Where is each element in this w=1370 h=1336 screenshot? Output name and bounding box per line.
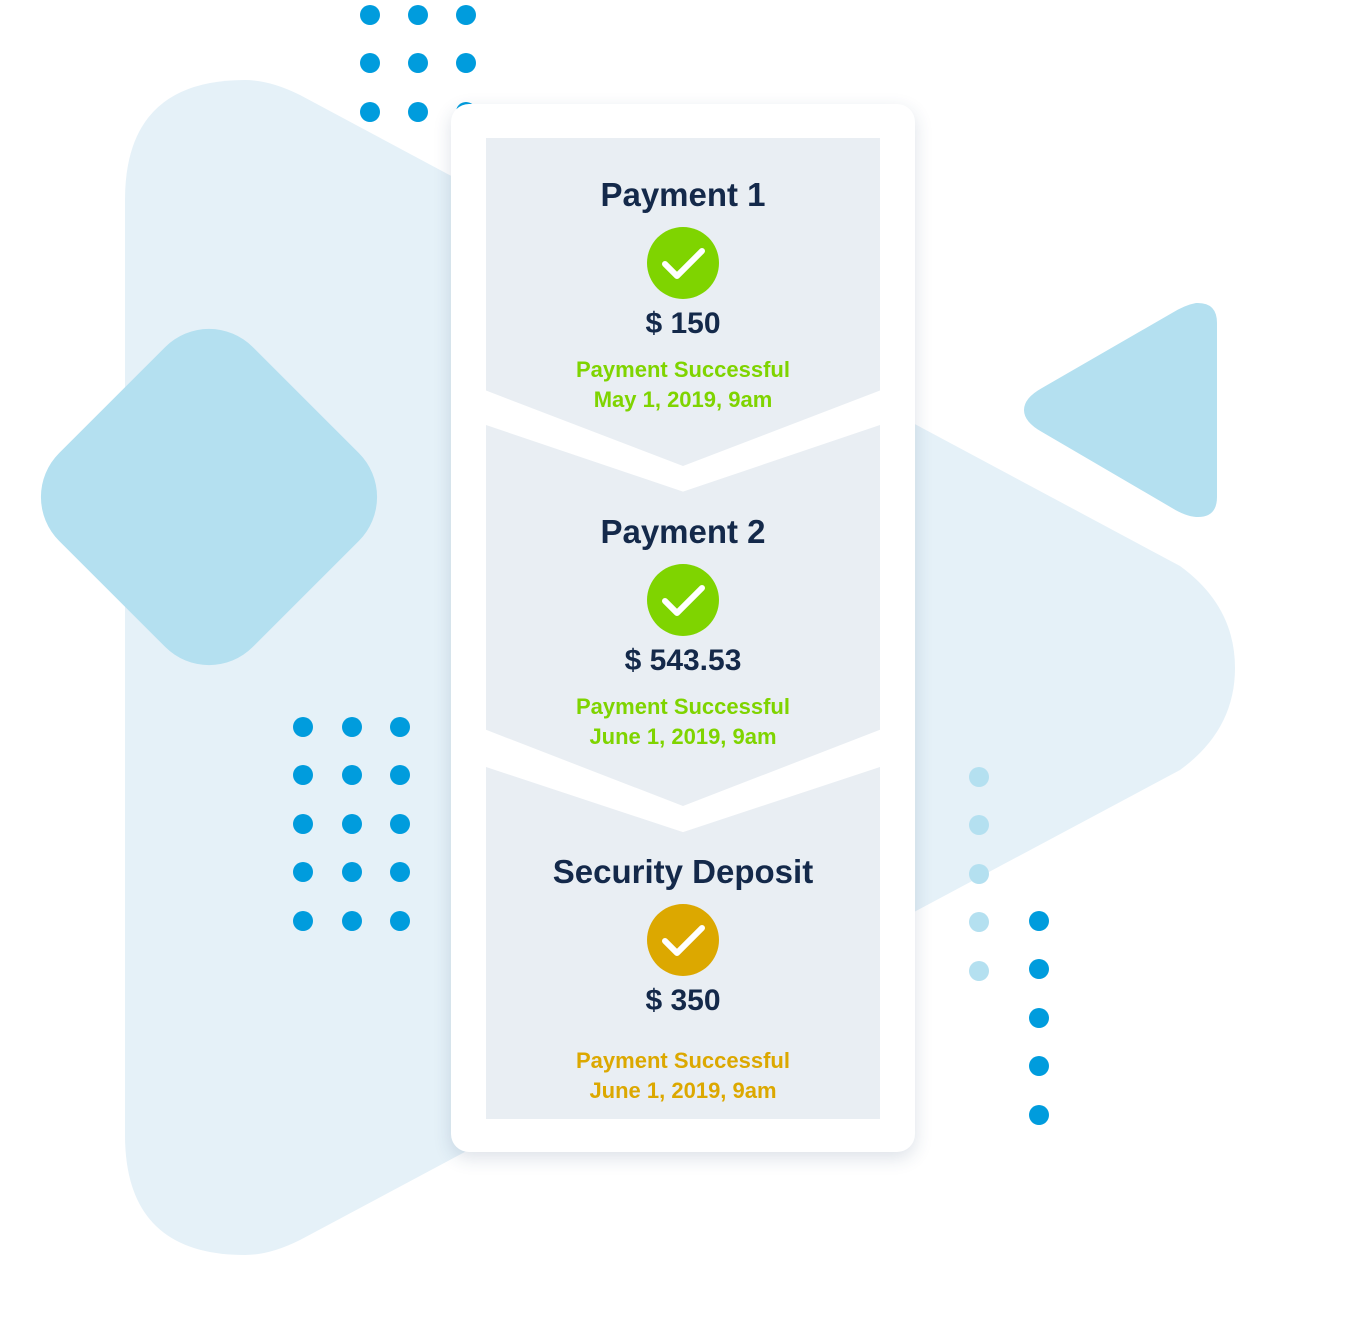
decorative-dot	[969, 912, 989, 932]
step-title: Security Deposit	[552, 853, 814, 890]
decorative-dot	[390, 765, 410, 785]
payment-step-2: Payment 2 $ 543.53 Payment Successful Ju…	[486, 425, 880, 806]
decorative-dot	[342, 717, 362, 737]
decorative-dot	[969, 815, 989, 835]
decorative-dot	[342, 814, 362, 834]
decorative-dot	[342, 862, 362, 882]
decorative-dot	[1029, 1105, 1049, 1125]
check-circle-icon	[647, 904, 719, 976]
decorative-dot	[969, 961, 989, 981]
decorative-dot	[360, 5, 380, 25]
check-circle-icon	[647, 564, 719, 636]
decorative-dot	[456, 5, 476, 25]
decorative-dot	[1029, 1056, 1049, 1076]
payment-amount: $ 350	[645, 984, 721, 1017]
check-circle-icon	[647, 227, 719, 299]
decorative-dot	[293, 911, 313, 931]
payment-step-1: Payment 1 $ 150 Payment Successful May 1…	[486, 138, 880, 466]
decorative-dot	[969, 767, 989, 787]
payment-timeline-card: Payment 1 $ 150 Payment Successful May 1…	[451, 104, 915, 1152]
payment-date: June 1, 2019, 9am	[589, 1078, 777, 1103]
decorative-dot	[408, 102, 428, 122]
decorative-dot	[360, 53, 380, 73]
decorative-dot	[1029, 1008, 1049, 1028]
decorative-dot	[408, 53, 428, 73]
decorative-dot	[293, 765, 313, 785]
payment-status: Payment Successful	[576, 1048, 790, 1073]
decorative-dot	[408, 5, 428, 25]
payment-status: Payment Successful	[576, 357, 790, 382]
payment-amount: $ 150	[645, 307, 721, 340]
payment-status: Payment Successful	[576, 694, 790, 719]
decorative-dot	[969, 864, 989, 884]
payment-date: June 1, 2019, 9am	[589, 724, 777, 749]
decorative-dot	[390, 717, 410, 737]
decorative-dot	[293, 717, 313, 737]
decorative-dot	[390, 814, 410, 834]
decorative-dot	[390, 911, 410, 931]
decorative-dot	[293, 862, 313, 882]
decorative-dot	[1029, 959, 1049, 979]
decorative-dot	[390, 862, 410, 882]
step-title: Payment 2	[600, 513, 766, 550]
dot-column-right	[1029, 911, 1049, 1125]
step-title: Payment 1	[600, 176, 766, 213]
decorative-dot	[456, 53, 476, 73]
small-triangle-shape	[1024, 302, 1217, 518]
decorative-dot	[342, 765, 362, 785]
security-deposit-step: Security Deposit $ 350 Payment Successfu…	[486, 767, 880, 1119]
dot-grid-top	[360, 5, 476, 122]
payment-date: May 1, 2019, 9am	[593, 387, 773, 412]
decorative-dot	[1029, 911, 1049, 931]
decorative-dot	[360, 102, 380, 122]
decorative-dot	[342, 911, 362, 931]
payment-amount: $ 543.53	[624, 644, 742, 677]
decorative-dot	[293, 814, 313, 834]
